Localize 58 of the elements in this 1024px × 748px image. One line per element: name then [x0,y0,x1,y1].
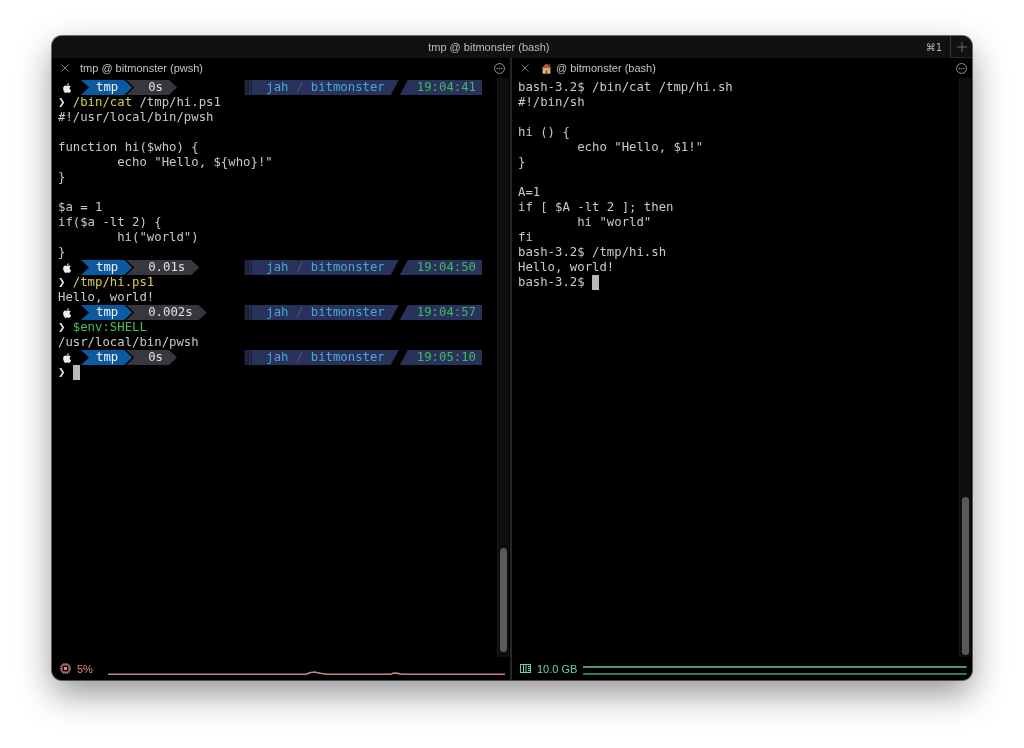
user-host-segment: jah / bitmonster [244,80,399,95]
command-line: bash-3.2$ [518,275,585,290]
output-line: if($a -lt 2) { [58,215,162,230]
close-icon[interactable] [521,64,529,72]
duration-segment: 0.01s [126,260,200,275]
output-line: Hello, world! [518,260,615,275]
output-line: A=1 [518,185,541,200]
keyboard-shortcut: ⌘1 [925,41,942,53]
output-line: } [58,245,66,260]
duration-segment: 0.002s [126,305,207,320]
output-line: hi("world") [117,230,199,245]
output-line: $a = 1 [58,200,103,215]
command-line: bash-3.2$ /bin/cat /tmp/hi.sh [518,80,733,95]
pane-title: @ bitmonster (bash) [556,62,656,74]
user-host-segment: jah / bitmonster [244,260,399,275]
duration-segment: 0s [126,80,178,95]
plus-icon [956,41,967,52]
chip-icon [60,663,71,674]
more-icon[interactable] [956,62,967,74]
output-line: /usr/local/bin/pwsh [58,335,199,350]
time-segment: 19:04:50 [399,260,482,275]
output-line: echo "Hello, $1!" [577,140,704,155]
pane-title: tmp @ bitmonster (pwsh) [80,62,204,74]
apple-icon [63,307,71,318]
output-line: if [ $A -lt 2 ]; then [518,200,674,215]
time-segment: 19:04:41 [399,80,482,95]
memory-usage-text: 10.0 GB [537,662,578,675]
apple-icon [63,262,71,273]
cpu-usage-text: 5% [77,662,93,675]
apple-icon [63,352,71,363]
user-host-segment: jah / bitmonster [244,305,399,320]
output-line: hi () { [518,125,570,140]
command-line: ❯ /bin/cat /tmp/hi.ps1 [58,95,221,110]
time-segment: 19:05:10 [399,350,482,365]
user-host-segment: jah / bitmonster [244,350,399,365]
memory-icon [520,664,531,673]
time-segment: 19:04:57 [399,305,482,320]
output-line: function hi($who) { [58,140,199,155]
output-line: hi "world" [577,215,652,230]
output-line: #!/usr/local/bin/pwsh [58,110,214,125]
output-line: } [58,170,66,185]
command-line: ❯ [58,365,66,380]
output-line: #!/bin/sh [518,95,585,110]
scrollbar-thumb[interactable] [500,548,507,652]
duration-segment: 0s [126,350,178,365]
apple-icon [63,82,71,93]
new-tab-button[interactable] [950,36,972,58]
output-line: fi [518,230,533,245]
output-line: echo "Hello, ${who}!" [117,155,273,170]
close-icon[interactable] [61,64,69,72]
command-line: ❯ /tmp/hi.ps1 [58,275,155,290]
output-line: Hello, world! [58,290,155,305]
output-line: } [518,155,526,170]
command-line: bash-3.2$ /tmp/hi.sh [518,245,667,260]
more-icon[interactable] [494,62,505,74]
scrollbar-thumb[interactable] [962,497,969,655]
window-title: tmp @ bitmonster (bash) [428,41,550,53]
command-line: ❯ $env:SHELL [58,320,147,335]
